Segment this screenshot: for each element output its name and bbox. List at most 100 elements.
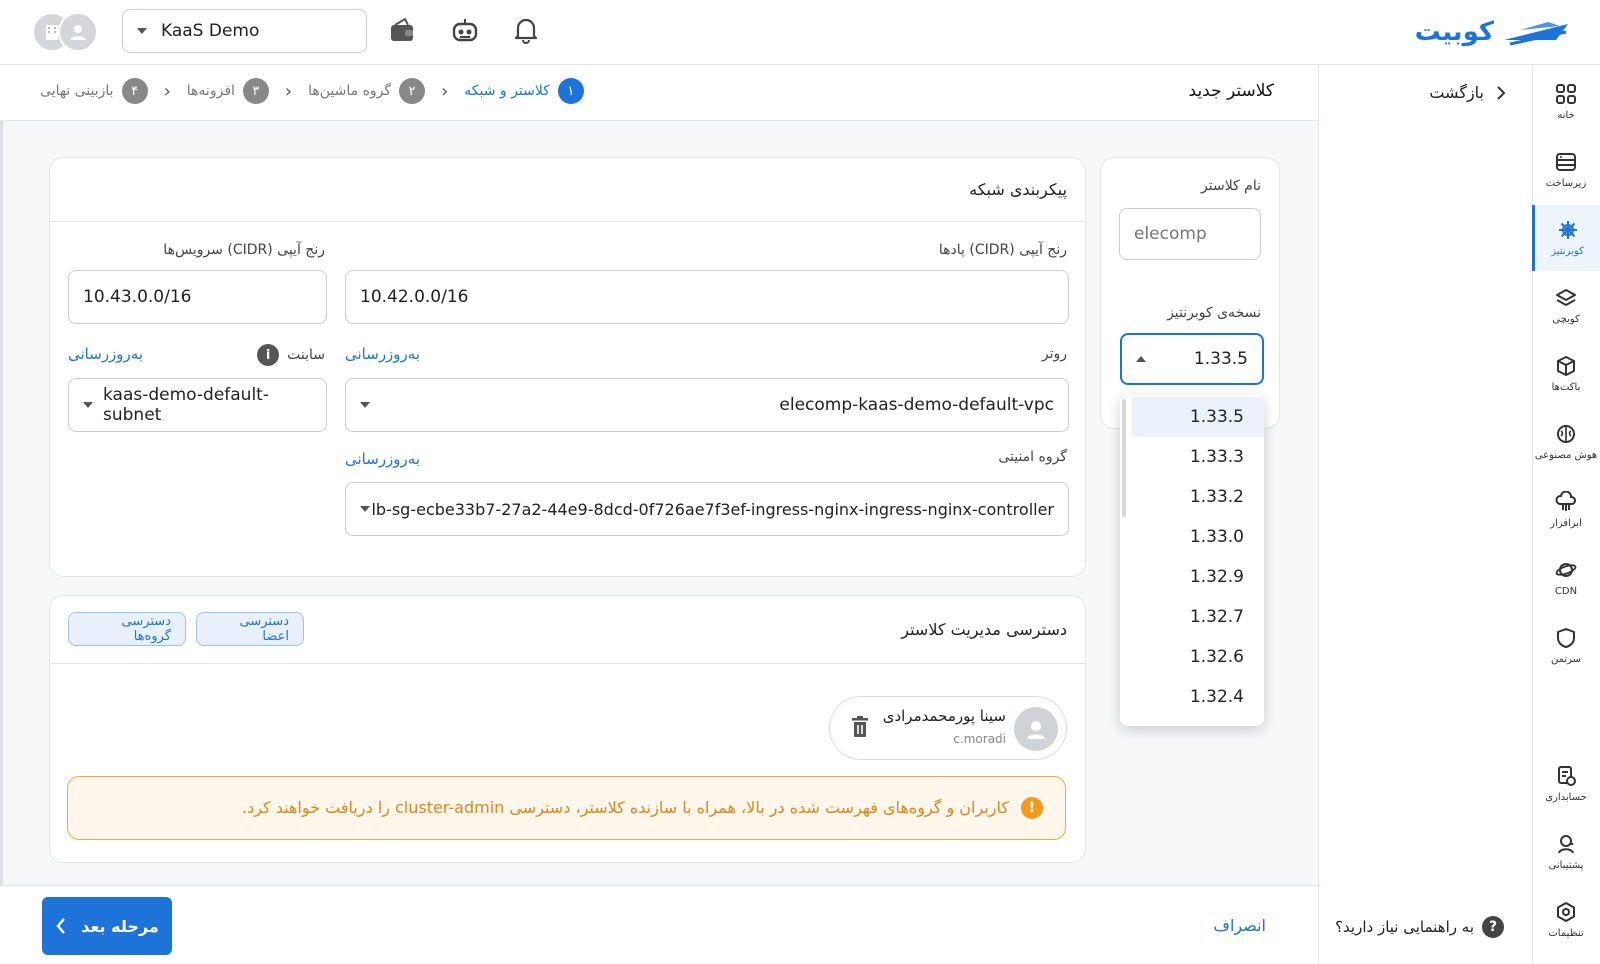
notifications-button[interactable] — [510, 14, 542, 46]
nav-item-label: خانه — [1557, 110, 1575, 121]
version-option[interactable]: 1.33.3 — [1132, 437, 1264, 477]
step-number: ۳ — [242, 78, 269, 104]
step-review[interactable]: ۴ بازبینی نهایی — [40, 78, 148, 104]
nav-item-label: سرتمن — [1550, 654, 1582, 665]
nav-item-cloud-apps[interactable]: ابرافزار — [1532, 477, 1600, 543]
scrollbar[interactable] — [1122, 399, 1126, 517]
version-option[interactable]: 1.33.5 — [1132, 397, 1264, 437]
version-option[interactable]: 1.32.9 — [1132, 557, 1264, 597]
cloud-app-icon — [1555, 491, 1576, 511]
nav-item-buckets[interactable]: باکت‌ها — [1532, 341, 1600, 407]
nav-item-label: کوبرنتیز — [1551, 246, 1584, 257]
wallet-button[interactable] — [386, 14, 418, 46]
planet-icon — [1555, 563, 1577, 577]
k8s-version-label: نسخه‌ی کوبرنتیز — [1167, 305, 1261, 321]
subnet-value: kaas-demo-default-subnet — [103, 385, 269, 425]
step-label: کلاستر و شبکه — [464, 83, 550, 99]
chevron-left-icon: ‹ — [441, 80, 449, 102]
cluster-name-label: نام کلاستر — [1201, 178, 1261, 194]
member-access-button[interactable]: دسترسی اعضا — [196, 612, 304, 646]
router-refresh-link[interactable]: به‌روزرسانی — [345, 345, 420, 363]
nav-item-home[interactable]: خانه — [1532, 69, 1600, 135]
nav-item-label: پشتیبانی — [1548, 860, 1584, 871]
services-cidr-input[interactable]: 10.43.0.0/16 — [68, 270, 327, 324]
subnet-select[interactable]: kaas-demo-default-subnet — [68, 378, 327, 432]
nav-item-settings[interactable]: تنظیمات — [1532, 887, 1600, 953]
version-option[interactable]: 1.32.4 — [1132, 677, 1264, 717]
network-config-card: پیکربندی شبکه رنج آیپی (CIDR) پادها 10.4… — [49, 157, 1086, 577]
nav-item-label: کوبچی — [1552, 314, 1580, 325]
step-cluster-network[interactable]: ۱ کلاستر و شبکه — [464, 78, 584, 104]
wizard-stepper: ۱ کلاستر و شبکه ‹ ۲ گروه ماشین‌ها ‹ ۳ اف… — [40, 78, 584, 104]
person-icon — [1027, 721, 1045, 739]
cancel-link[interactable]: انصراف — [1213, 916, 1266, 935]
subnet-label: سابنت — [287, 347, 325, 363]
version-option[interactable]: 1.33.0 — [1132, 517, 1264, 557]
nav-item-ai[interactable]: هوش مصنوعی — [1532, 409, 1600, 475]
nav-item-label: زیرساخت — [1545, 178, 1587, 189]
nav-item-infrastructure[interactable]: زیرساخت — [1532, 137, 1600, 203]
services-cidr-label: رنج آیپی (CIDR) سرویس‌ها — [163, 242, 325, 258]
cluster-admin-notice: ! کاربران و گروه‌های فهرست شده در بالا، … — [67, 776, 1066, 840]
version-option[interactable]: 1.32.6 — [1132, 637, 1264, 677]
version-option[interactable]: 1.32.7 — [1132, 597, 1264, 637]
nav-item-kubernetes[interactable]: کوبرنتیز — [1532, 205, 1600, 271]
nav-item-support[interactable]: پشتیبانی — [1532, 819, 1600, 885]
info-icon[interactable]: i — [257, 344, 280, 366]
subnet-refresh-link[interactable]: به‌روزرسانی — [68, 345, 143, 363]
billing-icon — [1558, 766, 1576, 786]
avatar — [1014, 707, 1058, 751]
version-option[interactable]: 1.33.2 — [1132, 477, 1264, 517]
logo-text: کوبیت — [1414, 17, 1494, 47]
settings-icon — [1557, 902, 1575, 922]
security-group-select[interactable]: lb-sg-ecbe33b7-27a2-44e9-8dcd-0f726ae7f3… — [345, 482, 1069, 536]
step-number: ۲ — [399, 78, 426, 104]
account-avatars[interactable] — [32, 12, 98, 52]
chevron-down-icon — [137, 28, 147, 34]
help-link[interactable]: ? به راهنمایی نیاز دارید؟ — [1335, 916, 1504, 938]
services-cidr-value: 10.43.0.0/16 — [83, 287, 192, 307]
brand-logo[interactable]: کوبیت — [1415, 12, 1572, 52]
next-step-button[interactable]: مرحله بعد — [42, 897, 172, 955]
brain-icon — [1557, 425, 1575, 443]
router-select[interactable]: elecomp-kaas-demo-default-vpc — [345, 378, 1069, 432]
chevron-left-icon: ‹ — [284, 80, 293, 102]
user-avatar[interactable] — [58, 12, 98, 52]
helm-icon — [1558, 221, 1577, 239]
page-title: کلاستر جدید — [1188, 81, 1274, 101]
step-label: افزونه‌ها — [186, 83, 235, 99]
nav-item-billing[interactable]: حسابداری — [1532, 751, 1600, 817]
page-header: کلاستر جدید ۱ کلاستر و شبکه ‹ ۲ گروه ماش… — [0, 65, 1318, 121]
cluster-card: نام کلاستر elecomp نسخه‌ی کوبرنتیز — [1100, 157, 1280, 429]
ai-assistant-button[interactable] — [449, 14, 481, 46]
nav-item-sertman[interactable]: سرتمن — [1532, 613, 1600, 679]
nav-item-label: CDN — [1554, 586, 1578, 597]
cluster-name-placeholder: elecomp — [1134, 224, 1207, 244]
layers-icon — [1556, 289, 1576, 306]
nav-item-label: هوش مصنوعی — [1534, 450, 1598, 461]
k8s-version-select[interactable]: 1.33.5 — [1120, 333, 1264, 385]
step-addons[interactable]: ۳ افزونه‌ها — [187, 78, 269, 104]
step-number: ۱ — [557, 78, 584, 104]
divider — [50, 221, 1085, 222]
chevron-up-icon — [1136, 356, 1146, 362]
remove-member-button[interactable] — [850, 715, 870, 743]
back-button[interactable]: بازگشت — [1429, 83, 1506, 102]
grid-icon — [1556, 84, 1576, 104]
trash-icon — [852, 716, 868, 737]
pods-cidr-input[interactable]: 10.42.0.0/16 — [345, 270, 1069, 324]
wizard-footer: مرحله بعد انصراف — [0, 885, 1318, 964]
nav-item-cdn[interactable]: CDN — [1532, 545, 1600, 611]
chevron-right-icon — [1497, 85, 1506, 100]
cluster-name-input[interactable]: elecomp — [1119, 208, 1261, 260]
project-select[interactable]: KaaS Demo — [122, 9, 367, 53]
nav-item-label: ابرافزار — [1550, 518, 1582, 529]
security-group-refresh-link[interactable]: به‌روزرسانی — [345, 450, 420, 468]
chevron-down-icon — [83, 402, 93, 408]
nav-item-kubchi[interactable]: کوبچی — [1532, 273, 1600, 339]
group-access-button[interactable]: دسترسی گروه‌ها — [68, 612, 186, 646]
shield-icon — [1557, 628, 1575, 648]
step-number: ۴ — [121, 78, 148, 104]
step-machine-groups[interactable]: ۲ گروه ماشین‌ها — [308, 78, 426, 104]
main-nav-rail: خانه زیرساخت کوبرنتیز کوبچی باکت‌ها هوش … — [1532, 65, 1600, 964]
